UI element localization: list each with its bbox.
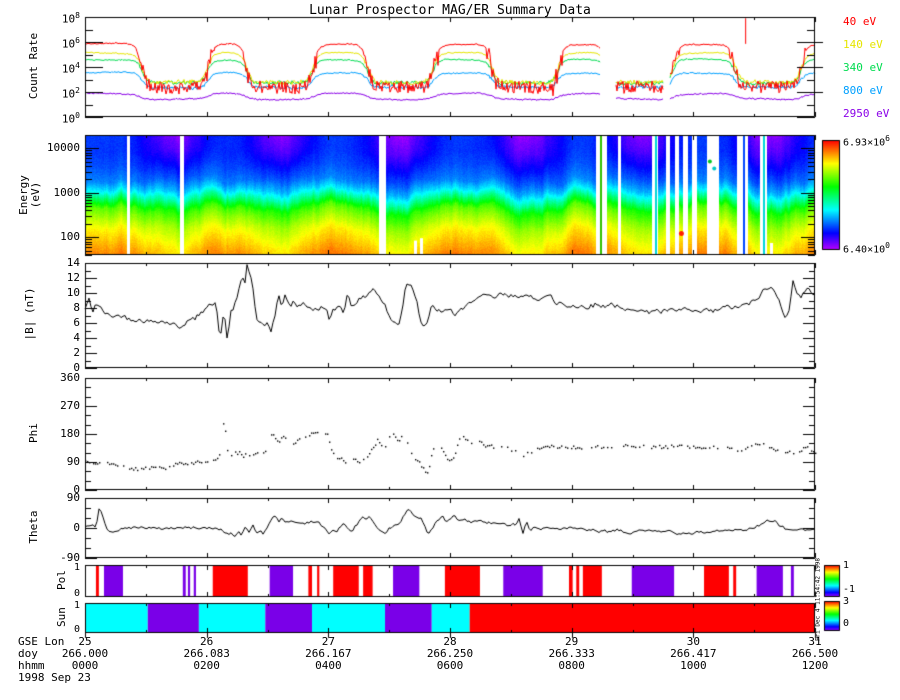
xtick-hhmm: 0400 xyxy=(315,659,342,672)
count-rate-panel xyxy=(85,17,815,117)
xtick-hhmm: 0600 xyxy=(436,659,464,672)
theta-ytick: 90 xyxy=(66,491,80,504)
pol-ytick: 1 xyxy=(73,562,80,573)
pol-ytick: 0 xyxy=(73,588,80,599)
legend-item-40ev: 40 eV xyxy=(843,15,877,28)
theta-ytick: 0 xyxy=(73,521,80,534)
theta-panel xyxy=(85,498,815,558)
count-rate-ytick: 104 xyxy=(61,61,80,76)
pol-strip xyxy=(85,565,815,597)
xtick-hhmm: 0200 xyxy=(193,659,220,672)
sun-colorbar-min: 0 xyxy=(843,618,850,629)
bmag-ytick: 12 xyxy=(66,271,80,284)
pol-colorbar-min: -1 xyxy=(843,584,856,595)
count-rate-ytick: 102 xyxy=(61,86,80,101)
phi-ytick: 270 xyxy=(60,399,80,412)
spectrogram-colorbar xyxy=(822,140,840,250)
sun-strip xyxy=(85,603,815,633)
sun-ytick: 1 xyxy=(73,600,80,611)
bmag-ytick: 6 xyxy=(73,316,80,329)
phi-ytick: 180 xyxy=(60,427,80,440)
energy-ytick: 100 xyxy=(60,230,80,244)
colorbar-max-label: 6.93×106 xyxy=(843,134,890,149)
energy-ytick: 1000 xyxy=(53,185,81,199)
count-rate-ytick: 108 xyxy=(61,11,80,26)
bmag-ytick: 10 xyxy=(66,286,80,299)
xtick-hhmm: 1000 xyxy=(680,659,707,672)
energy-ytick: 10000 xyxy=(46,141,80,155)
legend-item-2950ev: 2950 eV xyxy=(843,107,890,120)
colorbar-min-label: 6.40×100 xyxy=(843,241,890,256)
lunar-prospector-summary-figure: Lunar Prospector MAG/ER Summary Data 40 … xyxy=(0,0,900,700)
xtick-hhmm: 1200 xyxy=(801,659,829,672)
xtick-hhmm: 0000 xyxy=(71,659,99,672)
sun-colorbar-max: 3 xyxy=(843,596,850,607)
bmag-ytick: 14 xyxy=(66,256,80,269)
xtick-hhmm: 0800 xyxy=(558,659,585,672)
legend-item-140ev: 140 eV xyxy=(843,38,883,51)
bmag-ytick: 8 xyxy=(73,301,80,314)
bmag-ytick: 2 xyxy=(73,346,80,359)
count-rate-ytick: 106 xyxy=(61,36,80,51)
bmag-ytick: 4 xyxy=(73,331,80,344)
bmag-panel xyxy=(85,263,815,368)
phi-ytick: 360 xyxy=(60,371,80,384)
phi-ytick: 90 xyxy=(66,455,80,468)
date-label: 1998 Sep 23 xyxy=(18,671,91,684)
phi-panel xyxy=(85,378,815,490)
legend-item-800ev: 800 eV xyxy=(843,84,883,97)
count-rate-ytick: 100 xyxy=(61,111,80,126)
legend-item-340ev: 340 eV xyxy=(843,61,883,74)
pol-colorbar-max: 1 xyxy=(843,560,850,571)
spectrogram-panel xyxy=(85,135,815,255)
sun-ytick: 0 xyxy=(73,624,80,635)
page-title: Lunar Prospector MAG/ER Summary Data xyxy=(309,3,591,18)
